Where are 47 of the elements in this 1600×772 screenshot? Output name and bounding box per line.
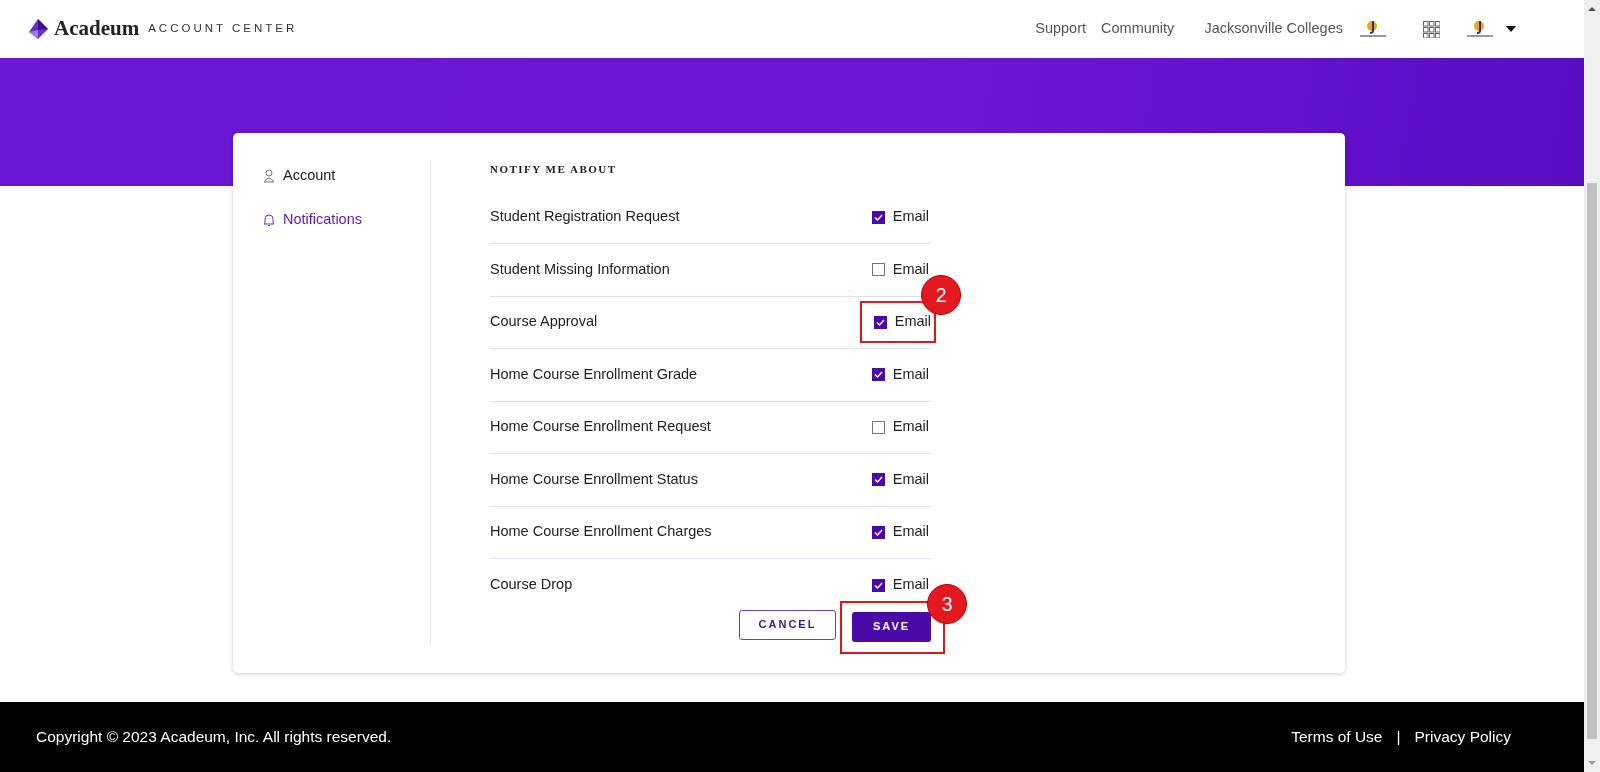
account-avatar-icon[interactable] bbox=[1466, 19, 1494, 39]
checkbox[interactable] bbox=[871, 420, 885, 434]
institution-link[interactable]: Jacksonville Colleges bbox=[1204, 18, 1343, 40]
checkbox[interactable] bbox=[871, 525, 885, 539]
checkbox[interactable] bbox=[871, 263, 885, 277]
person-icon bbox=[263, 168, 275, 183]
footer-link[interactable]: Terms of Use bbox=[1291, 725, 1383, 749]
notification-label: Home Course Enrollment Charges bbox=[490, 522, 712, 542]
cancel-button[interactable]: CANCEL bbox=[739, 609, 836, 640]
logo-subtitle: ACCOUNT CENTER bbox=[148, 21, 298, 37]
copyright-text: Copyright © 2023 Acadeum, Inc. All rights reserved. bbox=[36, 727, 392, 748]
annotation-marker: 2 bbox=[921, 275, 961, 316]
notification-label: Home Course Enrollment Status bbox=[490, 469, 698, 489]
annotation-marker: 3 bbox=[927, 583, 967, 624]
notification-label: Course Drop bbox=[490, 575, 573, 595]
checkbox-label[interactable]: Email bbox=[892, 574, 929, 597]
notification-label: Home Course Enrollment Grade bbox=[490, 364, 698, 384]
save-button[interactable]: SAVE bbox=[852, 611, 931, 642]
footer-link[interactable]: Privacy Policy bbox=[1414, 725, 1511, 749]
checkbox-label[interactable]: Email bbox=[892, 416, 929, 439]
section-heading: NOTIFY ME ABOUT bbox=[490, 162, 618, 177]
notification-label: Course Approval bbox=[490, 312, 598, 332]
nav-link[interactable]: Support bbox=[1035, 18, 1087, 40]
notification-label: Home Course Enrollment Request bbox=[490, 417, 711, 437]
notification-label: Student Registration Request bbox=[490, 207, 680, 227]
logo-wordmark: Acadeum bbox=[54, 15, 140, 43]
caret-icon[interactable] bbox=[1506, 26, 1516, 32]
checkbox[interactable] bbox=[873, 315, 887, 329]
app-grid-icon[interactable] bbox=[1423, 20, 1440, 38]
bell-icon bbox=[263, 212, 275, 227]
checkbox[interactable] bbox=[871, 578, 885, 592]
scroll-up-icon[interactable] bbox=[1587, 5, 1597, 13]
checkbox-label[interactable]: Email bbox=[892, 206, 929, 229]
checkbox-label[interactable]: Email bbox=[892, 468, 929, 491]
sidebar-item[interactable]: Notifications bbox=[263, 208, 362, 231]
checkbox-label[interactable]: Email bbox=[892, 363, 929, 386]
logo-icon bbox=[28, 19, 48, 39]
link-separator: | bbox=[1396, 727, 1401, 748]
checkbox[interactable] bbox=[871, 473, 885, 487]
sidebar-item[interactable]: Account bbox=[263, 165, 336, 187]
checkbox-label[interactable]: Email bbox=[892, 521, 929, 544]
scrollbar-thumb[interactable] bbox=[1587, 183, 1597, 739]
notification-label: Student Missing Information bbox=[490, 259, 670, 279]
checkbox[interactable] bbox=[871, 210, 885, 224]
college-crest-icon bbox=[1359, 19, 1387, 39]
checkbox[interactable] bbox=[871, 368, 885, 382]
nav-link[interactable]: Community bbox=[1101, 18, 1175, 40]
